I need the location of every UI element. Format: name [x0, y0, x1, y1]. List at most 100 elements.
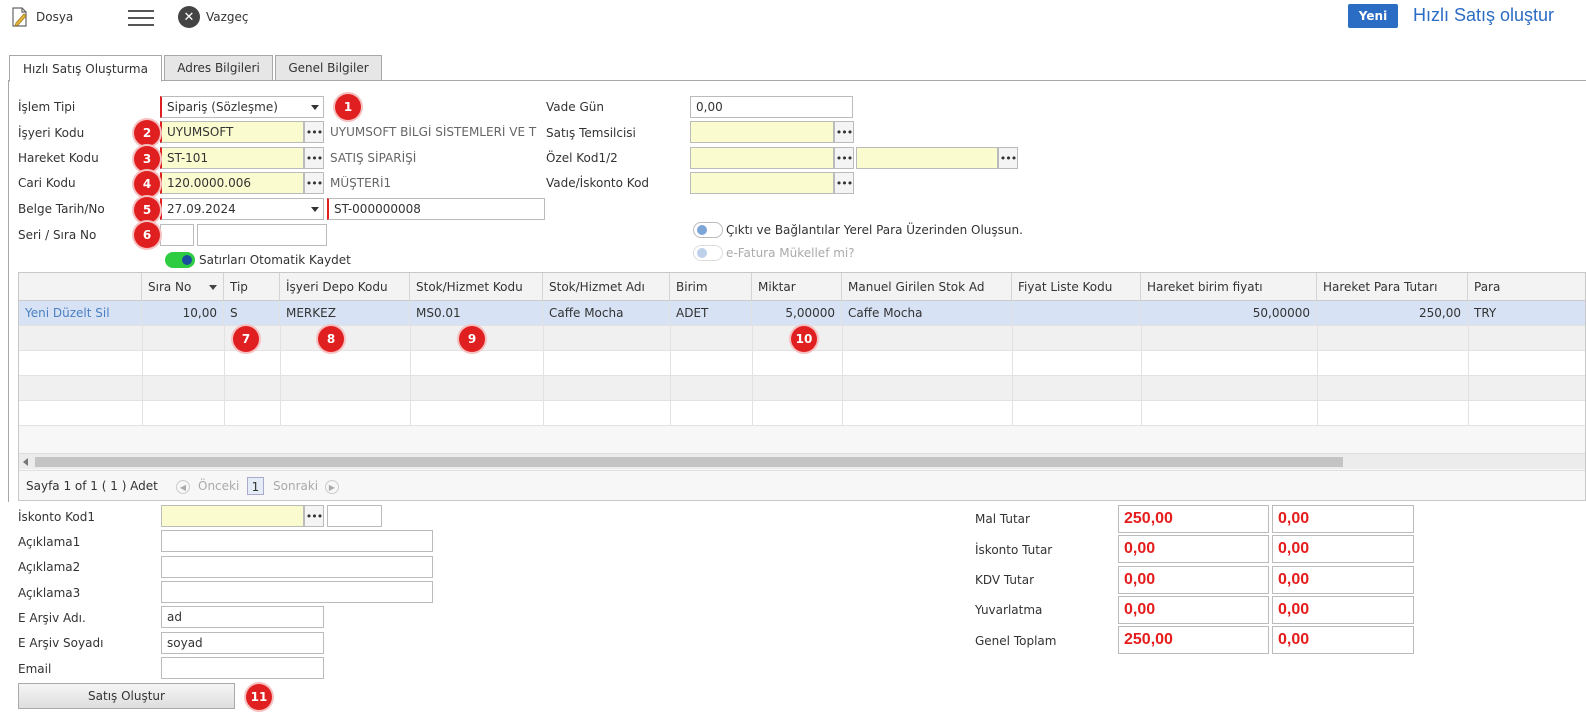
vade-gun-input[interactable]: 0,00 — [690, 96, 853, 118]
sira-input[interactable] — [197, 224, 327, 246]
aciklama3-label: Açıklama3 — [18, 586, 81, 600]
ozel-kod1-input[interactable] — [690, 147, 834, 169]
cari-kodu-input[interactable]: 120.0000.006 — [160, 172, 304, 194]
table-row[interactable]: Yeni Düzelt Sil 10,00 S MERKEZ MS0.01 Ca… — [19, 301, 1585, 326]
grid-header-tip[interactable]: Tip — [224, 273, 280, 301]
vade-iskonto-input[interactable] — [690, 172, 834, 194]
vade-iskonto-lookup-button[interactable]: ••• — [834, 172, 854, 194]
cell-birim-fiyat: 50,00000 — [1141, 301, 1317, 326]
vazgec-button[interactable]: ✕ Vazgeç — [178, 6, 249, 28]
grid-header-birim[interactable]: Birim — [670, 273, 752, 301]
satirlari-kaydet-toggle[interactable] — [165, 252, 195, 268]
step-badge: 8 — [318, 326, 344, 352]
iskonto-kod1-input[interactable] — [161, 505, 304, 527]
belge-tarih-input[interactable]: 27.09.2024 — [160, 198, 324, 220]
tab-hizli-satis[interactable]: Hızlı Satış Oluşturma — [9, 55, 162, 82]
aciklama2-input[interactable] — [161, 556, 433, 578]
tab-adres-bilgileri[interactable]: Adres Bilgileri — [164, 55, 273, 81]
earsiv-soyadi-input[interactable]: soyad — [161, 632, 324, 654]
grid-header-birim-fiyat[interactable]: Hareket birim fiyatı — [1141, 273, 1317, 301]
grid-header-manuel-ad[interactable]: Manuel Girilen Stok Ad — [842, 273, 1012, 301]
isyeri-kodu-lookup-button[interactable]: ••• — [304, 121, 324, 143]
step-badge: 2 — [134, 120, 160, 146]
step-badge: 7 — [233, 326, 259, 352]
cari-kodu-lookup-button[interactable]: ••• — [304, 172, 324, 194]
ozel-kod2-lookup-button[interactable]: ••• — [998, 147, 1018, 169]
ozel-kod1-lookup-button[interactable]: ••• — [834, 147, 854, 169]
iskonto-kod1-lookup-button[interactable]: ••• — [304, 505, 324, 527]
toolbar: Dosya ✕ Vazgeç Yeni Hızlı Satış oluştur — [0, 0, 1586, 40]
document-edit-icon — [12, 7, 27, 27]
cell-manuel-ad: Caffe Mocha — [842, 301, 1012, 326]
earsiv-adi-input[interactable]: ad — [161, 606, 324, 628]
col-divider — [224, 326, 225, 426]
cell-miktar: 5,00000 — [752, 301, 842, 326]
grid-header-para[interactable]: Para — [1468, 273, 1585, 301]
grid-header-sira-no[interactable]: Sıra No — [142, 273, 224, 301]
cikti-toggle[interactable] — [693, 222, 723, 238]
satis-olustur-button[interactable]: Satış Oluştur — [18, 683, 235, 709]
seri-input[interactable] — [160, 224, 194, 246]
aciklama1-input[interactable] — [161, 530, 433, 552]
hareket-kodu-input[interactable]: ST-101 — [160, 147, 304, 169]
aciklama2-label: Açıklama2 — [18, 560, 81, 574]
aciklama3-input[interactable] — [161, 581, 433, 603]
iskonto-tutar-label: İskonto Tutar — [975, 543, 1053, 557]
satis-temsilcisi-lookup-button[interactable]: ••• — [834, 121, 854, 143]
menu-icon[interactable] — [128, 10, 154, 28]
grid-header-stok-kodu[interactable]: Stok/Hizmet Kodu — [410, 273, 543, 301]
row-commands[interactable]: Yeni Düzelt Sil — [19, 301, 142, 326]
scroll-thumb[interactable] — [35, 457, 1343, 467]
iskonto-kod1-extra-input[interactable] — [327, 505, 382, 527]
cikti-toggle-label: Çıktı ve Bağlantılar Yerel Para Üzerinde… — [726, 223, 1023, 237]
empty-row — [19, 351, 1585, 376]
grid-header-sira-no-label: Sıra No — [148, 280, 192, 294]
grid-header-para-tutari[interactable]: Hareket Para Tutarı — [1317, 273, 1468, 301]
tab-genel-bilgiler[interactable]: Genel Bilgiler — [275, 55, 382, 81]
cell-stok-adi: Caffe Mocha — [543, 301, 670, 326]
ozel-kod-label: Özel Kod1/2 — [546, 151, 618, 165]
hareket-kodu-lookup-button[interactable]: ••• — [304, 147, 324, 169]
scroll-left-icon[interactable] — [23, 458, 28, 466]
col-divider — [1468, 326, 1469, 426]
step-badge: 5 — [134, 197, 160, 223]
page-number[interactable]: 1 — [247, 477, 264, 495]
cari-kodu-desc: MÜŞTERİ1 — [330, 176, 392, 190]
col-divider — [1317, 326, 1318, 426]
grid-header-fiyat-liste[interactable]: Fiyat Liste Kodu — [1012, 273, 1141, 301]
aciklama1-label: Açıklama1 — [18, 535, 81, 549]
horizontal-scrollbar[interactable] — [19, 453, 1585, 469]
grid-header-depo[interactable]: İşyeri Depo Kodu — [280, 273, 410, 301]
satis-temsilcisi-input[interactable] — [690, 121, 834, 143]
prev-page-button[interactable]: Önceki — [198, 479, 239, 493]
empty-row — [19, 376, 1585, 401]
mal-tutar-value2: 0,00 — [1272, 505, 1414, 533]
grid-header-miktar[interactable]: Miktar — [752, 273, 842, 301]
cell-para: TRY — [1474, 306, 1497, 320]
efatura-toggle[interactable] — [693, 245, 723, 261]
islem-tipi-select[interactable]: Sipariş (Sözleşme) — [160, 96, 324, 118]
yeni-button[interactable]: Yeni — [1348, 4, 1398, 28]
prev-page-icon[interactable]: ◀ — [176, 480, 190, 494]
next-page-icon[interactable]: ▶ — [325, 480, 339, 494]
step-badge: 10 — [791, 326, 817, 352]
step-badge: 3 — [134, 146, 160, 172]
grid-header-stok-adi[interactable]: Stok/Hizmet Adı — [543, 273, 670, 301]
cell-tip: S — [224, 301, 280, 326]
next-page-button[interactable]: Sonraki — [273, 479, 318, 493]
belge-no-input[interactable]: ST-000000008 — [327, 198, 545, 220]
vazgec-label: Vazgeç — [206, 10, 249, 24]
dosya-button[interactable]: Dosya — [10, 6, 73, 28]
col-divider — [410, 326, 411, 426]
email-input[interactable] — [161, 657, 324, 679]
yuvarlatma-value2: 0,00 — [1272, 596, 1414, 624]
belge-tarih-label: Belge Tarih/No — [18, 202, 105, 216]
col-divider — [842, 326, 843, 426]
dosya-label: Dosya — [36, 10, 74, 24]
step-badge: 6 — [134, 222, 160, 248]
sort-arrow-icon — [209, 285, 217, 290]
isyeri-kodu-input[interactable]: UYUMSOFT — [160, 121, 304, 143]
hareket-kodu-desc: SATIŞ SİPARİŞİ — [330, 151, 417, 165]
ozel-kod2-input[interactable] — [856, 147, 998, 169]
empty-row — [19, 401, 1585, 426]
